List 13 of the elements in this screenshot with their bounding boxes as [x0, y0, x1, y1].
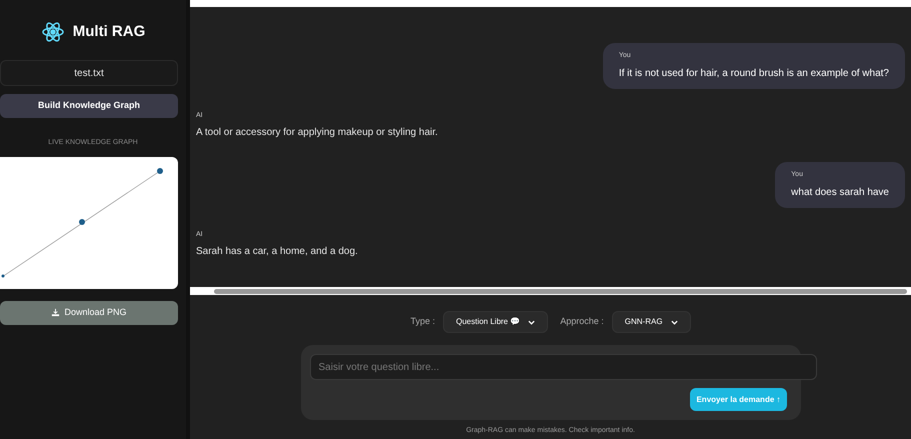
question-field[interactable]: Saisir votre question libre... — [310, 354, 816, 380]
type-label: Type : — [410, 315, 435, 328]
chevron-icon — [670, 318, 678, 326]
scrollbar[interactable] — [190, 287, 911, 295]
download-png-button[interactable]: Download PNG — [0, 300, 178, 324]
atom-icon — [40, 20, 65, 44]
build-graph-button[interactable]: Build Knowledge Graph — [0, 94, 178, 118]
file-name: test.txt — [0, 60, 178, 86]
chevron-icon — [528, 318, 536, 326]
app-title: Multi RAG — [72, 22, 146, 42]
approach-label: Approche : — [560, 315, 604, 328]
approach-select[interactable]: GNN-RAG — [612, 311, 691, 333]
download-icon — [51, 308, 60, 317]
